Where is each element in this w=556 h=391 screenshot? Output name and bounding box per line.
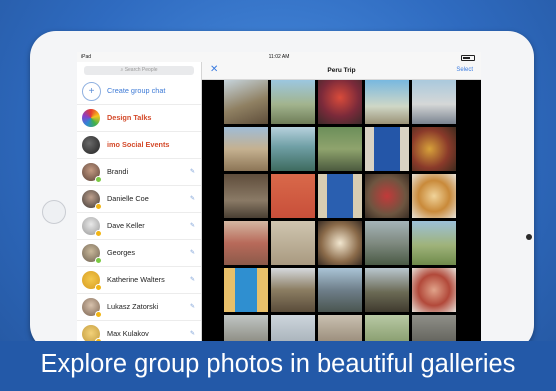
contact-name: Max Kulakov	[107, 329, 149, 338]
search-input[interactable]: ⌕ Search People	[84, 66, 194, 75]
status-bar: iPad 11:02 AM	[77, 52, 481, 62]
avatar	[82, 136, 100, 154]
pencil-icon[interactable]: ✎	[190, 222, 195, 229]
pencil-icon[interactable]: ✎	[190, 276, 195, 283]
photo-thumbnail[interactable]	[412, 127, 456, 171]
pencil-icon[interactable]: ✎	[190, 249, 195, 256]
pencil-icon[interactable]: ✎	[190, 195, 195, 202]
photo-thumbnail[interactable]	[365, 268, 409, 312]
online-status-icon	[95, 257, 102, 264]
app-screen: iPad 11:02 AM ⌕ Search People + Create g…	[77, 52, 481, 341]
contact-row[interactable]: Katherine Walters ✎	[77, 267, 201, 294]
photo-thumbnail[interactable]	[224, 174, 268, 218]
gallery-nav-bar: ✕ Peru Trip Select	[202, 62, 481, 80]
pencil-icon[interactable]: ✎	[190, 168, 195, 175]
camera-dot	[526, 234, 532, 240]
photo-thumbnail[interactable]	[271, 174, 315, 218]
gallery-title: Peru Trip	[327, 67, 356, 74]
photo-thumbnail[interactable]	[318, 268, 362, 312]
photo-thumbnail[interactable]	[271, 80, 315, 124]
photo-thumbnail[interactable]	[224, 80, 268, 124]
select-button[interactable]: Select	[456, 67, 473, 73]
contact-row[interactable]: Max Kulakov ✎	[77, 321, 201, 341]
promo-banner: Explore group photos in beautiful galler…	[0, 341, 556, 391]
banner-text: Explore group photos in beautiful galler…	[40, 350, 516, 378]
contact-row[interactable]: Brandi ✎	[77, 159, 201, 186]
group-name: Design Talks	[107, 113, 152, 122]
photo-thumbnail[interactable]	[318, 80, 362, 124]
search-icon: ⌕	[120, 67, 124, 73]
photo-thumbnail[interactable]	[224, 268, 268, 312]
photo-thumbnail[interactable]	[271, 127, 315, 171]
photo-thumbnail[interactable]	[224, 221, 268, 265]
photo-thumbnail[interactable]	[365, 315, 409, 341]
photo-thumbnail[interactable]	[412, 315, 456, 341]
contact-name: Lukasz Zatorski	[107, 302, 159, 311]
contact-name: Katherine Walters	[107, 275, 165, 284]
photo-thumbnail[interactable]	[224, 127, 268, 171]
plus-icon: +	[82, 82, 101, 101]
home-button[interactable]	[42, 200, 66, 224]
status-time: 11:02 AM	[268, 54, 290, 60]
photo-thumbnail[interactable]	[412, 221, 456, 265]
group-row[interactable]: imo Social Events	[77, 132, 201, 159]
photo-thumbnail[interactable]	[412, 174, 456, 218]
photo-thumbnail[interactable]	[412, 268, 456, 312]
photo-thumbnail[interactable]	[365, 80, 409, 124]
contact-row[interactable]: Danielle Coe ✎	[77, 186, 201, 213]
online-status-icon	[95, 176, 102, 183]
status-icon	[95, 311, 102, 318]
group-row[interactable]: Design Talks	[77, 105, 201, 132]
status-icon	[95, 284, 102, 291]
create-group-label: Create group chat	[107, 86, 166, 95]
photo-thumbnail[interactable]	[224, 315, 268, 341]
photo-thumbnail[interactable]	[271, 268, 315, 312]
photo-thumbnail[interactable]	[318, 315, 362, 341]
photo-thumbnail[interactable]	[365, 221, 409, 265]
create-group-chat-button[interactable]: + Create group chat	[77, 78, 201, 105]
photo-grid	[224, 80, 456, 341]
contact-name: Brandi	[107, 167, 129, 176]
photo-thumbnail[interactable]	[365, 127, 409, 171]
contact-name: Danielle Coe	[107, 194, 149, 203]
avatar	[82, 109, 100, 127]
contact-row[interactable]: Lukasz Zatorski ✎	[77, 294, 201, 321]
sidebar: ⌕ Search People + Create group chat Desi…	[77, 62, 202, 341]
photo-thumbnail[interactable]	[318, 174, 362, 218]
pencil-icon[interactable]: ✎	[190, 330, 195, 337]
photo-thumbnail[interactable]	[318, 221, 362, 265]
status-icon	[95, 230, 102, 237]
pencil-icon[interactable]: ✎	[190, 303, 195, 310]
photo-thumbnail[interactable]	[318, 127, 362, 171]
contact-row[interactable]: Dave Keller ✎	[77, 213, 201, 240]
photo-thumbnail[interactable]	[271, 315, 315, 341]
photo-thumbnail[interactable]	[365, 174, 409, 218]
status-icon	[95, 203, 102, 210]
photo-thumbnail[interactable]	[412, 80, 456, 124]
search-placeholder: Search People	[124, 67, 158, 73]
contact-name: Georges	[107, 248, 135, 257]
battery-icon	[461, 55, 475, 61]
contact-row[interactable]: Georges ✎	[77, 240, 201, 267]
photo-thumbnail[interactable]	[271, 221, 315, 265]
contact-name: Dave Keller	[107, 221, 145, 230]
group-name: imo Social Events	[107, 140, 170, 149]
gallery-panel: ✕ Peru Trip Select	[202, 62, 481, 341]
